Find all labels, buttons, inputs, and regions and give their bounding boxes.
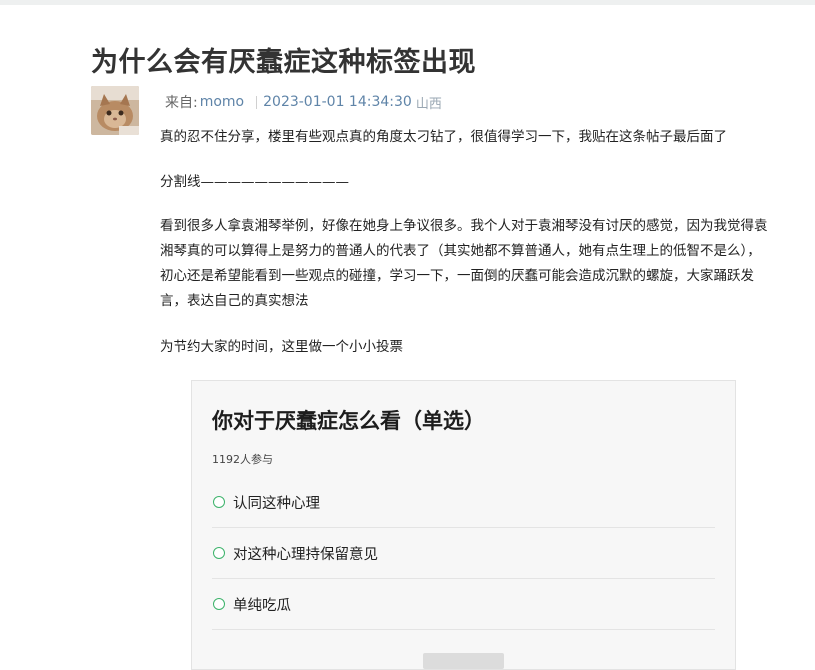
post-title: 为什么会有厌蠢症这种标签出现: [91, 47, 476, 78]
poll-option-label: 对这种心理持保留意见: [233, 546, 378, 563]
post-time: 2023-01-01 14:34:30: [263, 94, 412, 110]
divider-text: 分割线———————————: [160, 174, 349, 190]
post-meta: 来自: momo 2023-01-01 14:34:30 山西: [160, 93, 442, 112]
radio-icon[interactable]: [213, 598, 225, 610]
source-label: 来自:: [165, 95, 198, 111]
poll-option-label: 单纯吃瓜: [233, 597, 291, 614]
post-paragraph: 真的忍不住分享，楼里有些观点真的角度太刁钻了，很值得学习一下，我贴在这条帖子最后…: [160, 129, 727, 145]
poll-option-label: 认同这种心理: [233, 495, 320, 512]
author-link[interactable]: momo: [200, 94, 244, 110]
poll-participants: 1192人参与: [212, 453, 273, 466]
radio-icon[interactable]: [213, 496, 225, 508]
poll-option[interactable]: 认同这种心理: [212, 477, 715, 528]
poll-title: 你对于厌蠢症怎么看（单选）: [212, 409, 485, 433]
post-paragraph: 看到很多人拿袁湘琴举例，好像在她身上争议很多。我个人对于袁湘琴没有讨厌的感觉，因…: [160, 218, 768, 309]
post-region: 山西: [415, 96, 442, 112]
vote-button[interactable]: [423, 653, 504, 669]
poll-card: 你对于厌蠢症怎么看（单选） 1192人参与 认同这种心理 对这种心理持保留意见 …: [191, 380, 736, 670]
poll-option[interactable]: 单纯吃瓜: [212, 579, 715, 630]
poll-option[interactable]: 对这种心理持保留意见: [212, 528, 715, 579]
top-strip: [0, 0, 815, 5]
cat-avatar-image: [91, 86, 139, 135]
meta-divider: [256, 95, 258, 109]
avatar[interactable]: [91, 86, 139, 135]
radio-icon[interactable]: [213, 547, 225, 559]
post-paragraph: 为节约大家的时间，这里做一个小小投票: [160, 339, 403, 355]
